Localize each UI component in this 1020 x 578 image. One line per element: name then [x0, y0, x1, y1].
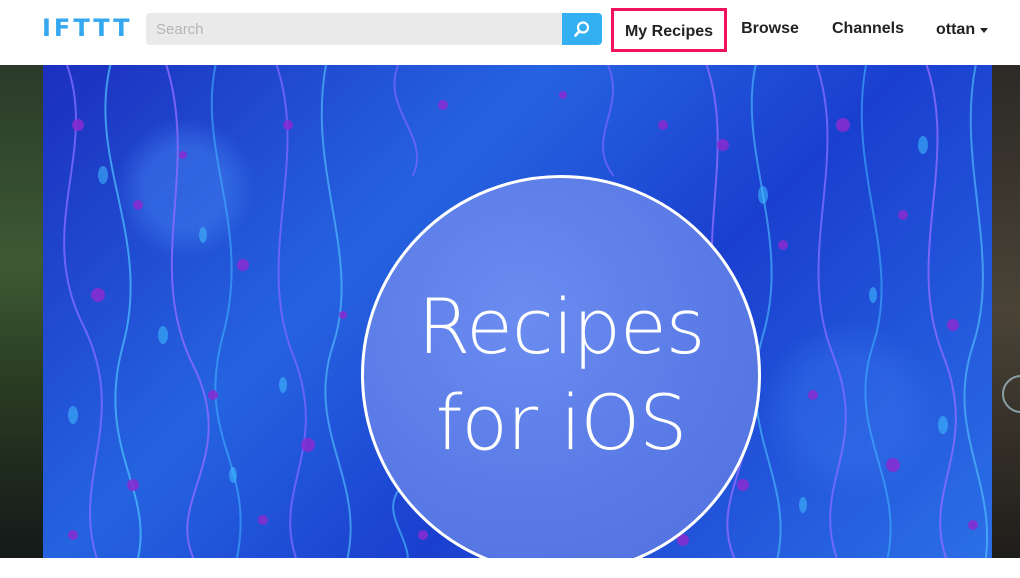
top-navigation-bar: IFTTT My Recipes Browse Channels ottan — [0, 0, 1020, 60]
user-name: ottan — [936, 21, 976, 38]
user-menu[interactable]: ottan — [936, 8, 996, 52]
search-input[interactable] — [146, 13, 558, 45]
recipes-for-ios-badge: Recipes for iOS — [361, 175, 761, 558]
nav-my-recipes[interactable]: My Recipes — [611, 8, 727, 52]
search-button[interactable] — [562, 13, 602, 45]
previous-slide-preview[interactable] — [0, 65, 43, 558]
banner-carousel: Recipes for iOS — [0, 65, 1020, 558]
caret-down-icon — [980, 27, 989, 33]
ifttt-logo[interactable]: IFTTT — [42, 14, 133, 42]
banner-title-line1: Recipes — [417, 282, 706, 371]
hero-slide[interactable]: Recipes for iOS — [43, 65, 992, 558]
nav-browse[interactable]: Browse — [734, 8, 806, 52]
next-slide-preview[interactable] — [992, 65, 1020, 558]
search-box — [146, 13, 602, 45]
search-icon — [574, 21, 590, 37]
banner-title-line2: for iOS — [435, 378, 688, 467]
nav-channels[interactable]: Channels — [825, 8, 911, 52]
